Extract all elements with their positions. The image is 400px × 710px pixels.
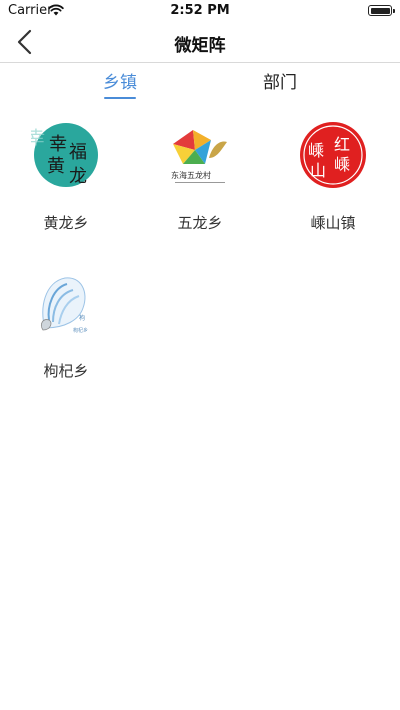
svg-text:枸: 枸	[79, 314, 85, 322]
tab-town[interactable]: 乡镇	[92, 68, 148, 100]
svg-text:幸: 幸	[31, 128, 45, 149]
grid-item-gouqi[interactable]: 枸 枸杞乡 枸杞乡	[6, 268, 126, 398]
navigation-bar: 微矩阵	[0, 22, 400, 62]
tab-bar: 乡镇 部门	[0, 63, 400, 103]
grid-item-label: 嵊山镇	[310, 214, 356, 232]
svg-text:福: 福	[69, 142, 87, 163]
grid-item-label: 五龙乡	[177, 214, 223, 232]
wulong-logo: 东海五龙村	[171, 130, 227, 183]
tab-department[interactable]: 部门	[252, 68, 308, 100]
grid-item-shengshan[interactable]: 嵊 红 山 嵊 嵊山镇	[273, 120, 393, 250]
svg-text:红: 红	[334, 135, 350, 154]
battery-icon	[368, 5, 395, 16]
svg-text:嵊: 嵊	[334, 155, 350, 174]
gouqi-logo: 枸 枸杞乡	[41, 277, 88, 334]
grid-item-wulong[interactable]: 东海五龙村 五龙乡	[140, 120, 260, 250]
svg-text:东海五龙村: 东海五龙村	[171, 170, 211, 180]
page-title: 微矩阵	[174, 36, 226, 56]
status-time: 2:52 PM	[170, 3, 230, 18]
shengshan-logo: 嵊 红 山 嵊	[300, 122, 366, 188]
svg-text:枸杞乡: 枸杞乡	[73, 327, 88, 334]
grid-item-label: 黄龙乡	[43, 214, 89, 232]
active-tab-indicator	[104, 97, 136, 99]
svg-text:龙: 龙	[69, 166, 87, 187]
grid-item-label: 枸杞乡	[43, 362, 89, 380]
status-bar: Carrier 2:52 PM	[0, 0, 400, 22]
svg-text:山: 山	[310, 161, 326, 180]
svg-text:黄: 黄	[47, 156, 65, 177]
huanglong-logo: 幸 幸 福 黄 龙	[31, 123, 98, 187]
svg-text:幸: 幸	[49, 134, 67, 155]
grid-item-huanglong[interactable]: 幸 幸 福 黄 龙 黄龙乡	[6, 120, 126, 250]
svg-text:嵊: 嵊	[308, 141, 324, 160]
